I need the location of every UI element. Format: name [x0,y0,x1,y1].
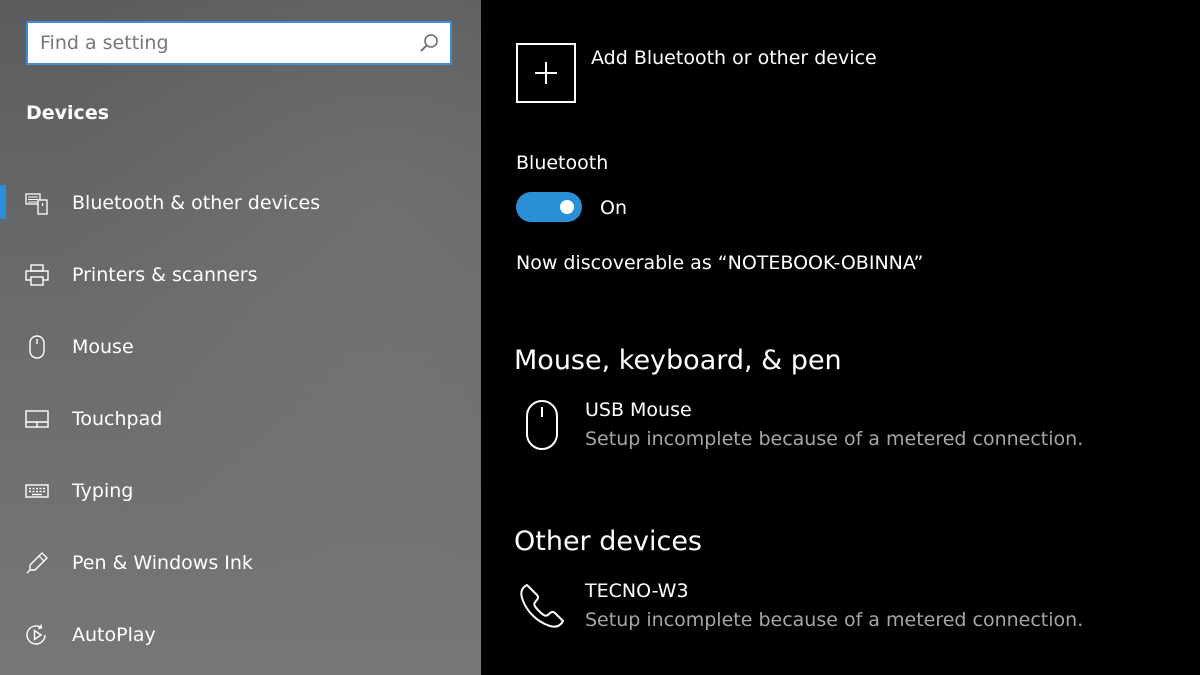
search-box[interactable] [26,21,452,65]
device-status: Setup incomplete because of a metered co… [585,428,1084,450]
phone-icon [516,580,568,632]
group-title-other-devices: Other devices [514,526,702,557]
group-title-mouse-keyboard-pen: Mouse, keyboard, & pen [514,345,842,376]
search-icon[interactable] [418,32,440,54]
device-name: TECNO-W3 [585,580,689,602]
bluetooth-state: On [600,197,627,219]
sidebar-item-label: Pen & Windows Ink [72,552,253,574]
mouse-icon [24,334,50,360]
plus-icon [535,62,557,84]
add-box[interactable] [516,43,576,103]
bluetooth-label: Bluetooth [516,152,609,174]
sidebar-item-label: Typing [72,480,134,502]
device-tecno-w3[interactable]: TECNO-W3 Setup incomplete because of a m… [516,580,1156,640]
selected-indicator [0,185,6,219]
main-content: Add Bluetooth or other device Bluetooth … [481,0,1200,675]
sidebar: Devices Bluetooth & other devices [0,0,481,675]
autoplay-icon [24,622,50,648]
printer-icon [24,262,50,288]
sidebar-item-label: Bluetooth & other devices [72,192,321,214]
search-input[interactable] [40,29,410,57]
sidebar-item-printers[interactable]: Printers & scanners [0,253,481,297]
sidebar-item-mouse[interactable]: Mouse [0,325,481,369]
device-usb-mouse[interactable]: USB Mouse Setup incomplete because of a … [516,399,1156,459]
keyboard-icon [24,478,50,504]
mouse-icon [516,399,568,451]
sidebar-item-label: AutoPlay [72,624,156,646]
bluetooth-toggle[interactable] [516,192,582,222]
sidebar-item-label: Printers & scanners [72,264,258,286]
device-name: USB Mouse [585,399,692,421]
toggle-knob [560,200,574,214]
sidebar-item-label: Touchpad [72,408,163,430]
sidebar-item-typing[interactable]: Typing [0,469,481,513]
pen-icon [24,550,50,576]
device-status: Setup incomplete because of a metered co… [585,609,1084,631]
sidebar-item-bluetooth-devices[interactable]: Bluetooth & other devices [0,181,481,225]
sidebar-item-pen[interactable]: Pen & Windows Ink [0,541,481,585]
section-title: Devices [26,102,110,124]
sidebar-item-autoplay[interactable]: AutoPlay [0,613,481,657]
touchpad-icon [24,406,50,432]
settings-window: Devices Bluetooth & other devices [0,0,1200,675]
sidebar-item-label: Mouse [72,336,134,358]
sidebar-item-touchpad[interactable]: Touchpad [0,397,481,441]
add-device-button[interactable]: Add Bluetooth or other device [516,43,877,103]
add-device-label: Add Bluetooth or other device [591,47,877,69]
discoverable-text: Now discoverable as “NOTEBOOK-OBINNA” [516,252,924,274]
bluetooth-devices-icon [24,190,50,216]
